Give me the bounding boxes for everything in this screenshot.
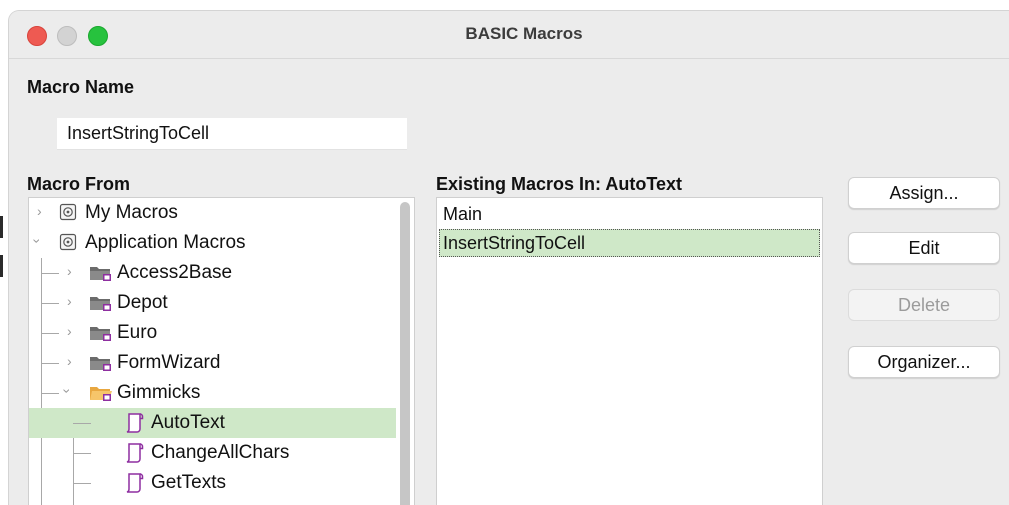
library-icon: [59, 233, 77, 251]
tree-connector: [41, 393, 59, 394]
edit-button[interactable]: Edit: [848, 232, 1000, 264]
edge-artifact: [0, 216, 3, 238]
tree-item-label: Euro: [117, 322, 158, 343]
macro-name-input[interactable]: [57, 118, 407, 150]
tree-connector: [41, 363, 59, 364]
macro-list-item-insertstringtocell[interactable]: InsertStringToCell: [439, 229, 820, 257]
library-icon: [59, 203, 77, 221]
macro-name-label: Macro Name: [27, 77, 135, 97]
tree-connector: [41, 333, 59, 334]
existing-macros-list[interactable]: Main InsertStringToCell: [436, 197, 823, 505]
edge-artifact: [0, 255, 3, 277]
tree-item-label: AutoText: [151, 412, 225, 433]
tree-item-depot[interactable]: › Depot: [29, 288, 396, 318]
tree-item-gimmicks[interactable]: › Gimmicks: [29, 378, 396, 408]
tree-item-label: FormWizard: [117, 352, 221, 373]
chevron-right-icon[interactable]: ›: [67, 323, 72, 339]
window-title: BASIC Macros: [465, 24, 583, 43]
chevron-down-icon[interactable]: ›: [29, 239, 45, 244]
tree-item-my-macros[interactable]: › My Macros: [29, 198, 396, 228]
tree-item-changeallchars[interactable]: ChangeAllChars: [29, 438, 396, 468]
tree-item-label: Application Macros: [85, 232, 246, 253]
macro-library-tree[interactable]: › My Macros › Application Macros › Acces…: [28, 197, 415, 505]
chevron-down-icon[interactable]: ›: [59, 389, 75, 394]
tree-connector: [73, 453, 91, 454]
chevron-right-icon[interactable]: ›: [67, 293, 72, 309]
chevron-right-icon[interactable]: ›: [67, 353, 72, 369]
tree-item-label: ChangeAllChars: [151, 442, 290, 463]
delete-button: Delete: [848, 289, 1000, 321]
tree-item-application-macros[interactable]: › Application Macros: [29, 228, 396, 258]
tree-item-access2base[interactable]: › Access2Base: [29, 258, 396, 288]
tree-scrollbar[interactable]: [400, 202, 410, 505]
folder-icon: [90, 327, 111, 341]
basic-macros-dialog: BASIC Macros Macro Name Macro From Exist…: [9, 11, 1009, 505]
macro-list-item-main[interactable]: Main: [439, 200, 820, 228]
module-icon: [126, 473, 144, 493]
folder-icon: [90, 357, 111, 371]
folder-icon: [90, 297, 111, 311]
tree-item-autotext[interactable]: AutoText: [29, 408, 396, 438]
tree-item-label: Gimmicks: [117, 382, 201, 403]
module-icon: [126, 413, 144, 433]
macro-list-item-label: InsertStringToCell: [443, 233, 586, 253]
organizer-button[interactable]: Organizer...: [848, 346, 1000, 378]
tree-item-formwizard[interactable]: › FormWizard: [29, 348, 396, 378]
tree-connector: [41, 273, 59, 274]
existing-macros-label: Existing Macros In: AutoText: [436, 174, 683, 194]
tree-item-label: My Macros: [85, 202, 178, 223]
chevron-right-icon[interactable]: ›: [37, 203, 42, 219]
folder-icon: [90, 267, 111, 281]
tree-connector: [73, 423, 91, 424]
assign-button[interactable]: Assign...: [848, 177, 1000, 209]
tree-item-label: GetTexts: [151, 472, 226, 493]
tree-connector: [41, 303, 59, 304]
title-bar: BASIC Macros: [9, 11, 1009, 59]
open-folder-icon: [90, 387, 112, 401]
macro-list-item-label: Main: [443, 204, 483, 224]
tree-item-label: Access2Base: [117, 262, 233, 283]
tree-connector: [73, 483, 91, 484]
chevron-right-icon[interactable]: ›: [67, 263, 72, 279]
tree-item-label: Depot: [117, 292, 168, 313]
macro-from-label: Macro From: [27, 174, 131, 194]
tree-item-gettexts[interactable]: GetTexts: [29, 468, 396, 498]
tree-item-euro[interactable]: › Euro: [29, 318, 396, 348]
module-icon: [126, 443, 144, 463]
